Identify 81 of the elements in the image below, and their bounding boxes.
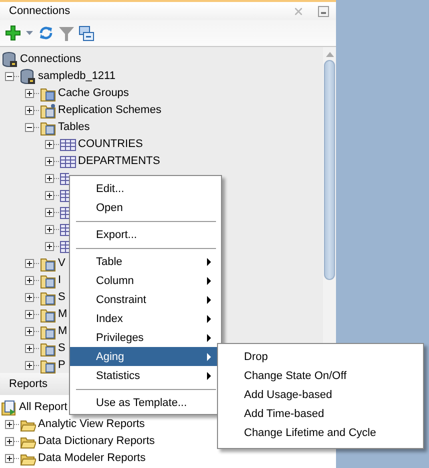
menu-item[interactable]: Table [70,252,221,271]
table-icon [60,136,76,152]
database-icon [2,52,18,68]
tree-item[interactable]: S [58,341,66,356]
tree-item[interactable]: Connections [20,52,82,67]
expander-icon[interactable] [45,191,54,200]
folder-icon [40,306,56,322]
scrollbar-thumb[interactable] [324,60,335,280]
tree-item[interactable]: M [58,324,68,339]
expander-icon[interactable] [25,89,34,98]
tree-item[interactable]: Tables [58,120,90,135]
collapse-icon[interactable] [79,26,94,40]
expander-icon[interactable] [25,293,34,302]
tree-item[interactable]: All Report [19,400,68,415]
panel-title: Reports [9,378,48,390]
tree-item[interactable]: V [58,256,66,271]
folder-icon [40,340,56,356]
menu-item[interactable]: Use as Template... [70,393,221,412]
database-icon [20,68,36,84]
menu-item[interactable]: Constraint [70,290,221,309]
tree-item[interactable]: COUNTRIES [78,137,143,152]
expander-icon[interactable] [25,123,34,132]
dropdown-icon[interactable] [26,31,33,35]
folder-icon [40,290,56,306]
expander-icon[interactable] [5,72,14,81]
tree-item[interactable]: S [58,290,66,305]
table-icon [60,188,69,204]
menu-item[interactable]: Drop [218,347,423,366]
expander-icon[interactable] [25,259,34,268]
folder-icon [40,256,56,272]
expander-icon[interactable] [45,225,54,234]
add-icon[interactable] [5,25,21,41]
expander-icon[interactable] [25,327,34,336]
expander-icon[interactable] [25,344,34,353]
menu-item[interactable]: Change State On/Off [218,366,423,385]
expander-icon[interactable] [5,437,14,446]
tree-item[interactable]: Analytic View Reports [38,417,145,432]
cache-icon [40,86,56,102]
tree-item[interactable]: DEPARTMENTS [78,154,160,169]
menu-item[interactable]: Add Time-based [218,404,423,423]
expander-icon[interactable] [45,140,54,149]
expander-icon[interactable] [45,174,54,183]
folder-icon [40,120,56,136]
tree-item[interactable]: I [58,273,62,288]
menu-item[interactable]: Edit... [70,179,221,198]
replication-icon [40,102,56,118]
menu-item[interactable]: Export... [70,225,221,244]
expander-icon[interactable] [5,454,14,463]
tree-item[interactable]: Data Dictionary Reports [38,434,155,449]
folder-icon [40,324,56,340]
expander-icon[interactable] [45,208,54,217]
expander-icon[interactable] [25,310,34,319]
folder-icon [40,272,56,288]
minimize-icon[interactable] [318,6,329,16]
tree-item[interactable]: Data Modeler Reports [38,451,146,466]
tree-item[interactable]: sampledb_1211 [38,69,116,84]
menu-item[interactable]: Index [70,309,221,328]
expander-icon[interactable] [45,157,54,166]
table-icon [60,238,69,254]
expander-icon[interactable] [45,242,54,251]
folder-icon [40,358,56,374]
menu-item[interactable]: Statistics [70,366,221,385]
expander-icon[interactable] [25,276,34,285]
expander-icon[interactable] [25,361,34,370]
report-icon [1,400,17,416]
tree-item[interactable]: M [58,307,68,322]
menu-item[interactable]: Change Lifetime and Cycle [218,423,423,442]
menu-item[interactable]: Open [70,198,221,217]
filter-icon[interactable] [59,26,74,40]
panel-title: Connections [9,5,70,17]
expander-icon[interactable] [5,420,14,429]
menu-item[interactable]: Add Usage-based [218,385,423,404]
table-icon [60,204,69,220]
table-icon [60,222,69,238]
tree-item[interactable]: P [58,358,66,373]
menu-item[interactable]: Privileges [70,328,221,347]
tree-item[interactable]: Replication Schemes [58,103,162,118]
tree-item[interactable]: Cache Groups [58,86,129,101]
menu-item[interactable]: Column [70,271,221,290]
refresh-icon[interactable] [38,25,54,41]
expander-icon[interactable] [25,106,34,115]
